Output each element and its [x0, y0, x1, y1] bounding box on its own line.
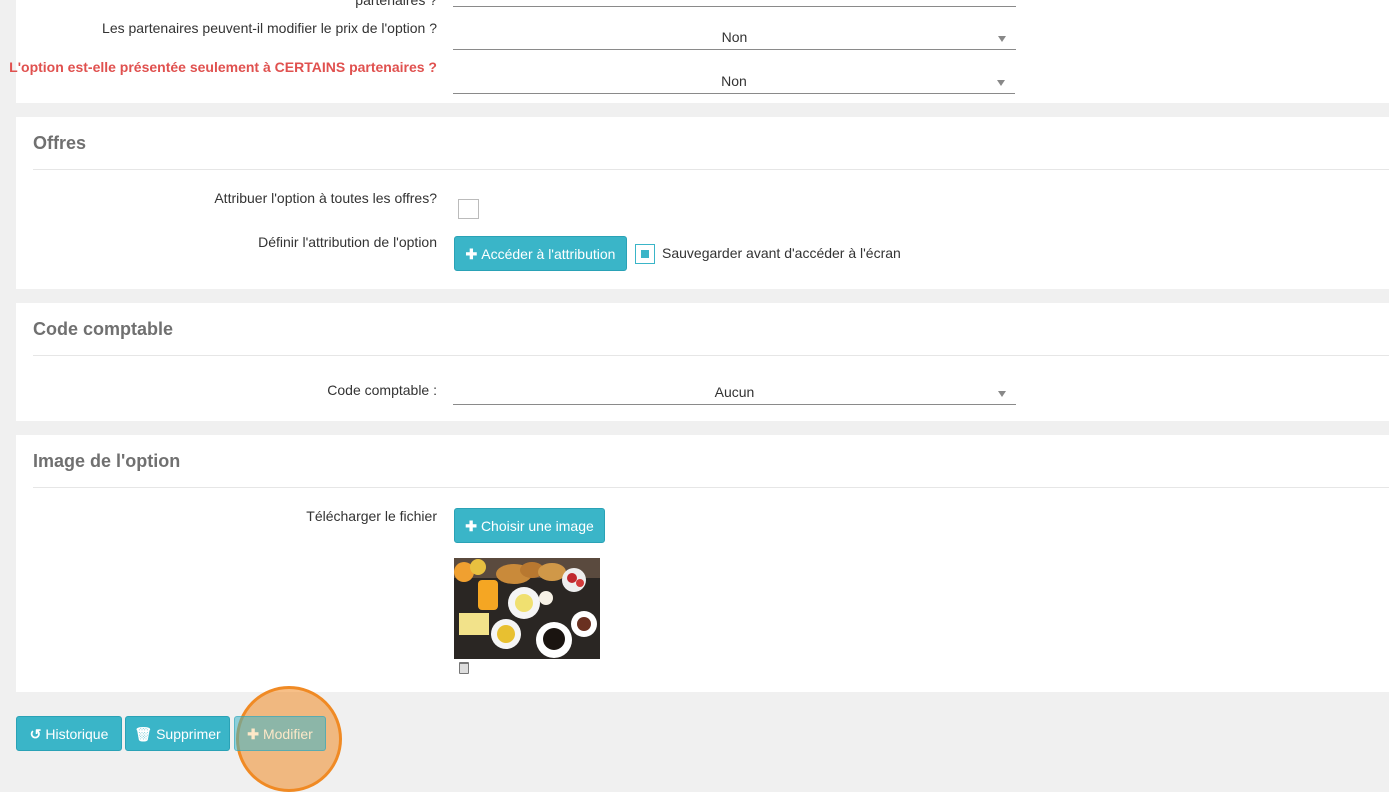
choose-image-button[interactable]: ✚ Choisir une image — [454, 508, 605, 543]
assign-all-label: Attribuer l'option à toutes les offres? — [214, 190, 437, 206]
plus-icon: ✚ — [247, 726, 259, 742]
access-attribution-label: Accéder à l'attribution — [481, 246, 616, 262]
code-comptable-value: Aucun — [714, 384, 755, 400]
certain-partners-value: Non — [721, 73, 747, 89]
divider — [33, 355, 1389, 356]
checkbox-check-mark — [641, 250, 649, 258]
code-comptable-select[interactable]: Aucun — [453, 382, 1016, 405]
trash-icon[interactable] — [459, 662, 469, 674]
code-comptable-label: Code comptable : — [327, 382, 437, 398]
option-image-thumbnail — [454, 558, 600, 659]
image-panel: Image de l'option Télécharger le fichier… — [16, 435, 1389, 692]
save-before-label: Sauvegarder avant d'accéder à l'écran — [662, 245, 901, 261]
code-comptable-title: Code comptable — [33, 319, 174, 339]
access-attribution-button[interactable]: ✚ Accéder à l'attribution — [454, 236, 627, 271]
certain-partners-select[interactable]: Non — [453, 71, 1015, 94]
history-button[interactable]: ↺ Historique — [16, 716, 122, 751]
define-attribution-label: Définir l'attribution de l'option — [258, 234, 437, 250]
divider — [33, 169, 1389, 170]
modify-price-select[interactable]: Non — [453, 27, 1016, 50]
divider — [33, 487, 1389, 488]
save-before-checkbox[interactable] — [635, 244, 655, 264]
chevron-down-icon — [998, 36, 1006, 42]
plus-icon: ✚ — [465, 246, 478, 262]
assign-all-checkbox[interactable] — [458, 199, 479, 219]
modify-button[interactable]: ✚ Modifier — [234, 716, 326, 751]
history-icon: ↺ — [29, 726, 42, 742]
certain-partners-label: L'option est-elle présentée seulement à … — [9, 59, 437, 75]
plus-icon: ✚ — [465, 518, 477, 534]
upload-file-label: Télécharger le fichier — [306, 508, 437, 524]
image-title: Image de l'option — [33, 451, 181, 471]
trash-icon: 🗑 — [134, 726, 153, 742]
choose-image-label: Choisir une image — [480, 518, 594, 534]
delete-label: Supprimer — [156, 726, 221, 742]
offres-panel: Offres Attribuer l'option à toutes les o… — [16, 117, 1389, 289]
code-comptable-panel: Code comptable Code comptable : Aucun — [16, 303, 1389, 421]
chevron-down-icon — [998, 391, 1006, 397]
offres-title: Offres — [33, 133, 87, 153]
history-label: Historique — [45, 726, 109, 742]
partners-panel: partenaires ? Les partenaires peuvent-il… — [9, 0, 1389, 103]
chevron-down-icon — [997, 80, 1005, 86]
modify-price-label: Les partenaires peuvent-il modifier le p… — [102, 20, 437, 36]
modify-label: Modifier — [262, 726, 313, 742]
partners-cut-label: partenaires ? — [355, 0, 437, 8]
modify-price-value: Non — [721, 29, 748, 45]
partners-cut-select[interactable] — [453, 0, 1016, 7]
delete-button[interactable]: 🗑 Supprimer — [125, 716, 230, 751]
